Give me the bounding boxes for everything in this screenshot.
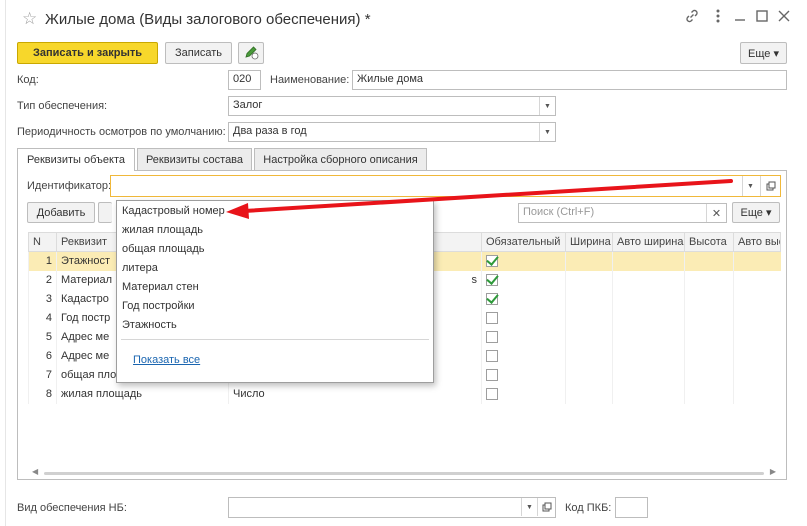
annotation-arrow xyxy=(226,179,733,219)
